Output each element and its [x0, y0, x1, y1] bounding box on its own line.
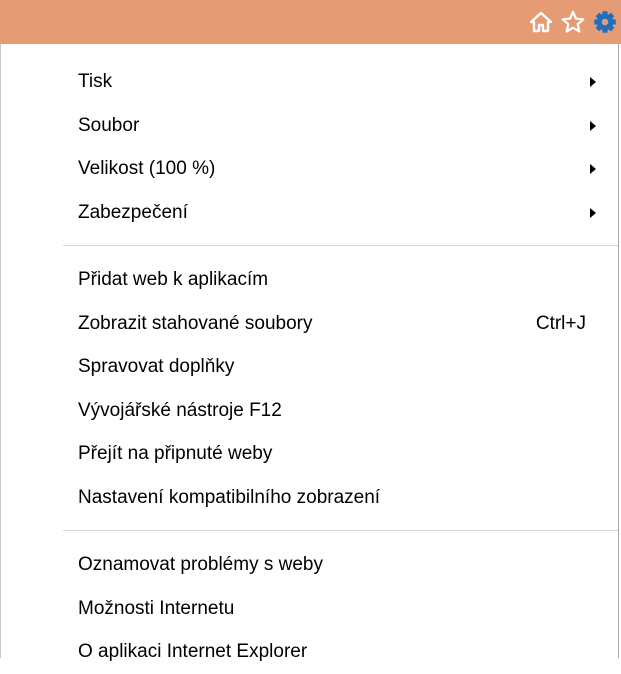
menu-item-label: Možnosti Internetu [78, 597, 235, 619]
menu-item-label: Zobrazit stahované soubory [78, 312, 313, 334]
menu-item-label: Velikost (100 %) [78, 158, 216, 179]
menu-item-velikost-100[interactable]: Velikost (100 %) [63, 147, 618, 191]
home-icon [530, 11, 552, 33]
menu-item-label: Zabezpečení [78, 201, 188, 223]
menu-item-zabezpeceni[interactable]: Zabezpečení [63, 191, 618, 235]
menu-item-moznosti-internetu[interactable]: Možnosti Internetu [63, 587, 618, 631]
home-button[interactable] [525, 0, 557, 44]
submenu-arrow-icon [590, 164, 596, 174]
menu-item-vyvojarske-nastroje-f12[interactable]: Vývojářské nástroje F12 [63, 389, 618, 433]
submenu-arrow-icon [590, 120, 596, 131]
menu-item-pridat-web-k-aplikacim[interactable]: Přidat web k aplikacím [63, 258, 618, 302]
menu-item-label: Spravovat doplňky [78, 356, 235, 377]
submenu-arrow-icon [590, 207, 596, 218]
menu-item-soubor[interactable]: Soubor [63, 104, 618, 148]
menu-item-label: Nastavení kompatibilního zobrazení [78, 486, 381, 508]
menu-item-label: Vývojářské nástroje F12 [78, 399, 282, 421]
menu-item-zobrazit-stahovane-soubory[interactable]: Zobrazit stahované soubory Ctrl+J [63, 302, 618, 346]
toolbar [0, 0, 621, 44]
menu-item-label: O aplikaci Internet Explorer [78, 641, 308, 662]
menu-item-spravovat-doplnky[interactable]: Spravovat doplňky [63, 345, 618, 389]
menu-separator [63, 530, 618, 531]
toolbar-icons [525, 0, 621, 44]
menu-list: Tisk Soubor Velikost (100 %) Zabezpečení Při… [63, 60, 618, 674]
menu-item-oznamovat-problemy-s-weby[interactable]: Oznamovat problémy s weby [63, 543, 618, 587]
menu-item-label: Přejít na připnuté weby [78, 443, 273, 464]
menu-item-label: Tisk [78, 71, 113, 92]
tools-button[interactable] [589, 0, 621, 44]
star-icon [561, 10, 585, 34]
menu-icon-gutter [1, 44, 63, 658]
menu-item-tisk[interactable]: Tisk [63, 60, 618, 104]
menu-item-label: Oznamovat problémy s weby [78, 554, 323, 575]
menu-item-label: Přidat web k aplikacím [78, 269, 269, 290]
submenu-arrow-icon [590, 77, 596, 87]
menu-separator [63, 245, 618, 246]
menu-item-label: Soubor [78, 114, 140, 136]
favorites-button[interactable] [557, 0, 589, 44]
tools-menu: Tisk Soubor Velikost (100 %) Zabezpečení Při… [0, 44, 619, 662]
menu-item-shortcut: Ctrl+J [535, 312, 586, 334]
menu-item-o-aplikaci-internet-explorer[interactable]: O aplikaci Internet Explorer [63, 630, 618, 674]
gear-icon [593, 10, 617, 34]
menu-item-nastaveni-kompatibilniho-zobrazeni[interactable]: Nastavení kompatibilního zobrazení [63, 476, 618, 520]
menu-item-prejit-na-pripnute-weby[interactable]: Přejít na připnuté weby [63, 432, 618, 476]
